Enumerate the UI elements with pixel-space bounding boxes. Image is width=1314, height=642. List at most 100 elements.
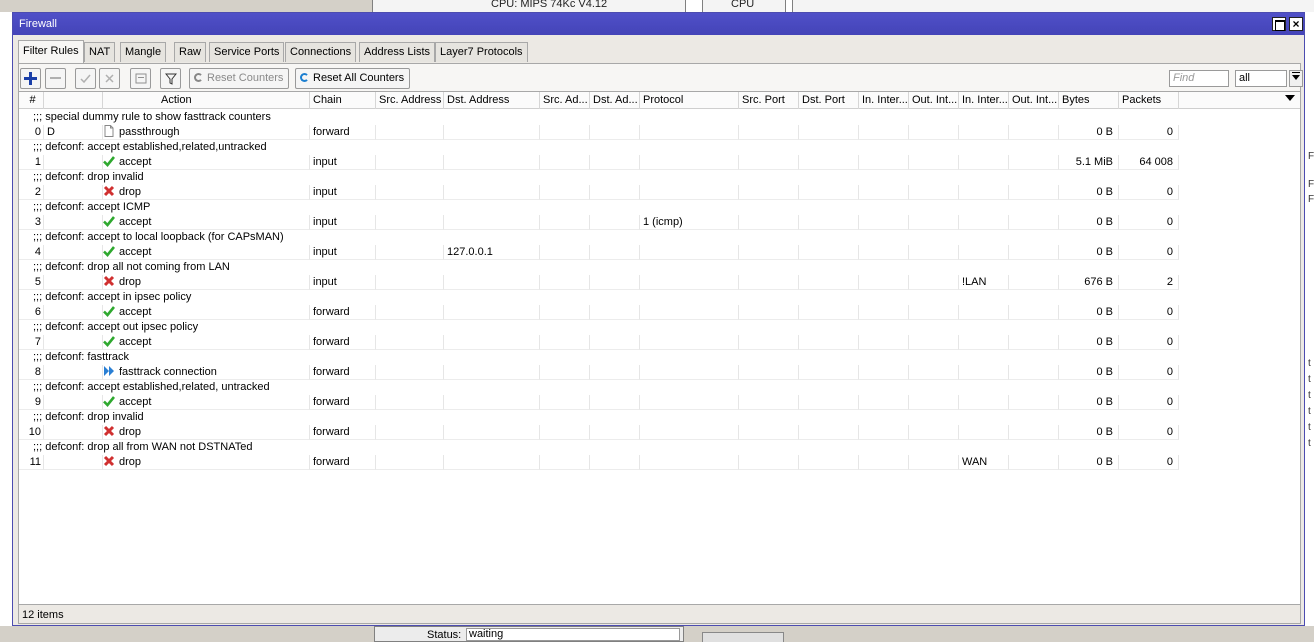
background-text-mark: F [1308, 179, 1314, 190]
rule-flag [44, 305, 103, 320]
filter-select-arrow[interactable] [1289, 70, 1303, 87]
table-row[interactable]: 5 drop input !LAN 676 B2 [19, 275, 1300, 290]
column-header[interactable]: In. Inter... [859, 92, 909, 109]
column-header[interactable]: Src. Ad... [540, 92, 590, 109]
background-status-label: Status: [427, 629, 462, 641]
rule-packets: 64 008 [1119, 155, 1179, 170]
rule-bytes: 0 B [1059, 125, 1119, 140]
rule-src-list [540, 125, 590, 140]
rule-comment[interactable]: ;;; defconf: accept out ipsec policy [19, 320, 1300, 335]
rule-comment[interactable]: ;;; defconf: drop invalid [19, 170, 1300, 185]
tab-nat[interactable]: NAT [84, 42, 116, 62]
column-header[interactable]: Chain [310, 92, 376, 109]
rule-comment[interactable]: ;;; defconf: accept ICMP [19, 200, 1300, 215]
rule-chain: input [310, 185, 376, 200]
rule-in-iface [859, 425, 909, 440]
filter-button[interactable] [160, 68, 181, 89]
column-header[interactable]: Packets [1119, 92, 1179, 109]
column-header[interactable]: Dst. Ad... [590, 92, 640, 109]
rule-num: 6 [19, 305, 44, 320]
rule-num: 1 [19, 155, 44, 170]
tab-connections[interactable]: Connections [285, 42, 357, 62]
column-header[interactable]: Action [103, 92, 310, 109]
background-text-mark: t [1308, 390, 1311, 401]
rule-src-port [739, 215, 799, 230]
rule-chain: forward [310, 125, 376, 140]
filter-select[interactable]: all [1235, 70, 1287, 87]
table-row[interactable]: 1 accept input 5.1 MiB 64 008 [19, 155, 1300, 170]
find-input[interactable]: Find [1169, 70, 1229, 87]
column-header[interactable]: Dst. Port [799, 92, 859, 109]
rule-comment[interactable]: ;;; defconf: accept in ipsec policy [19, 290, 1300, 305]
rule-out-iface [909, 395, 959, 410]
tab-address-lists[interactable]: Address Lists [359, 42, 436, 62]
column-header[interactable]: Bytes [1059, 92, 1119, 109]
rule-comment[interactable]: ;;; special dummy rule to show fasttrack… [19, 110, 1300, 125]
rule-bytes: 0 B [1059, 185, 1119, 200]
table-row[interactable]: 2 drop input 0 B0 [19, 185, 1300, 200]
column-header[interactable]: Protocol [640, 92, 739, 109]
rule-flag [44, 425, 103, 440]
rule-src-port [739, 365, 799, 380]
title-bar[interactable]: Firewall × [13, 13, 1304, 35]
reset-all-counters-button[interactable]: Reset All Counters [295, 68, 411, 89]
rule-src-list [540, 215, 590, 230]
column-header[interactable] [44, 92, 103, 109]
table-row[interactable]: 11 drop forward WAN 0 B0 [19, 455, 1300, 470]
rule-out-list [1009, 245, 1059, 260]
rule-dst-list [590, 455, 640, 470]
column-header[interactable]: Out. Int... [1009, 92, 1059, 109]
tab-layer7-protocols[interactable]: Layer7 Protocols [435, 42, 528, 62]
column-header[interactable]: Src. Port [739, 92, 799, 109]
table-row[interactable]: 10 drop forward 0 B0 [19, 425, 1300, 440]
column-header[interactable]: Dst. Address [444, 92, 540, 109]
rule-action-label: passthrough [119, 126, 180, 138]
reset-counters-button[interactable]: Reset Counters [189, 68, 290, 89]
rule-src-port [739, 455, 799, 470]
rule-comment[interactable]: ;;; defconf: drop invalid [19, 410, 1300, 425]
rule-protocol [640, 365, 739, 380]
disable-button[interactable] [99, 68, 120, 89]
rule-src-port [739, 305, 799, 320]
column-header[interactable]: Out. Int... [909, 92, 959, 109]
rule-comment[interactable]: ;;; defconf: drop all not coming from LA… [19, 260, 1300, 275]
rule-comment[interactable]: ;;; defconf: drop all from WAN not DSTNA… [19, 440, 1300, 455]
table-row[interactable]: 6 accept forward 0 B0 [19, 305, 1300, 320]
table-row[interactable]: 9 accept forward 0 B0 [19, 395, 1300, 410]
table-row[interactable]: 3 accept input 1 (icmp) 0 B0 [19, 215, 1300, 230]
close-button[interactable]: × [1289, 17, 1303, 31]
rule-in-iface [859, 155, 909, 170]
tab-mangle[interactable]: Mangle [120, 42, 167, 62]
comment-button[interactable] [130, 68, 151, 89]
cross-icon [103, 425, 115, 437]
rule-out-list [1009, 185, 1059, 200]
rule-comment[interactable]: ;;; defconf: accept to local loopback (f… [19, 230, 1300, 245]
rule-in-list [959, 245, 1009, 260]
column-header[interactable]: # [19, 92, 44, 109]
rule-comment[interactable]: ;;; defconf: accept established,related,… [19, 140, 1300, 155]
rule-dst-port [799, 275, 859, 290]
add-button[interactable] [20, 68, 41, 89]
table-row[interactable]: 7 accept forward 0 B0 [19, 335, 1300, 350]
table-row[interactable]: 8 fasttrack connection forward 0 B0 [19, 365, 1300, 380]
remove-button[interactable] [45, 68, 66, 89]
rule-comment[interactable]: ;;; defconf: accept established,related,… [19, 380, 1300, 395]
tab-raw[interactable]: Raw [174, 42, 207, 62]
column-header[interactable]: In. Inter... [959, 92, 1009, 109]
column-menu-icon[interactable] [1285, 95, 1295, 101]
maximize-button[interactable] [1272, 17, 1286, 31]
rule-action: accept [103, 305, 310, 320]
background-button[interactable] [702, 632, 784, 642]
tab-service-ports[interactable]: Service Ports [209, 42, 285, 62]
table-row[interactable]: 4 accept input 127.0.0.1 0 B0 [19, 245, 1300, 260]
enable-button[interactable] [75, 68, 96, 89]
table-row[interactable]: 0 Dpassthrough forward 0 B0 [19, 125, 1300, 140]
rule-out-iface [909, 155, 959, 170]
rule-comment[interactable]: ;;; defconf: fasttrack [19, 350, 1300, 365]
background-text-mark: t [1308, 374, 1311, 385]
rule-packets: 0 [1119, 305, 1179, 320]
rule-src-list [540, 335, 590, 350]
column-header[interactable]: Src. Address [376, 92, 444, 109]
rule-protocol [640, 155, 739, 170]
tab-filter-rules[interactable]: Filter Rules [18, 40, 84, 63]
